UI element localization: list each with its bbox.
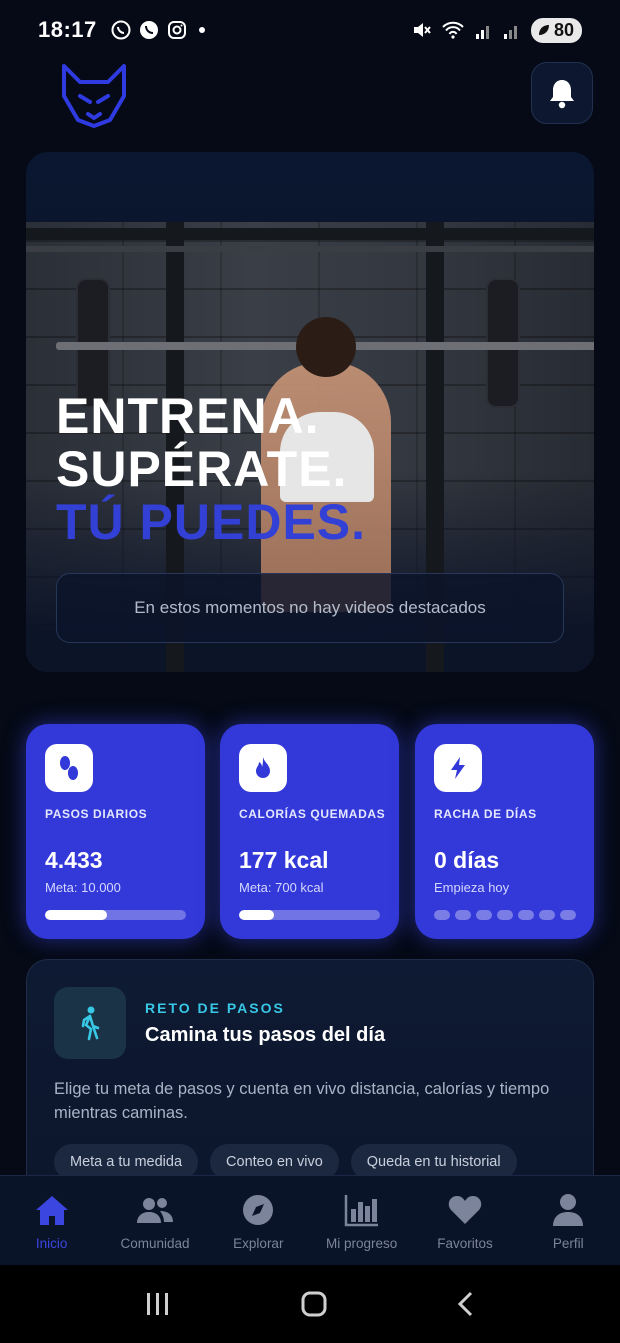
stat-goal: Meta: 700 kcal xyxy=(239,880,324,895)
stat-hint: Empieza hoy xyxy=(434,880,510,895)
signal-roaming-icon xyxy=(503,26,517,39)
bell-icon xyxy=(550,80,574,109)
stat-card-steps[interactable]: PASOS DIARIOS 4.433 Meta: 10.000 xyxy=(26,724,205,939)
user-icon xyxy=(549,1192,587,1228)
recent-apps-icon[interactable] xyxy=(144,1291,172,1317)
bottom-navigation: Inicio Comunidad Explorar Mi progreso Fa… xyxy=(0,1175,620,1265)
nav-item-perfil[interactable]: Perfil xyxy=(517,1176,620,1265)
headline-line-2: SUPÉRATE. xyxy=(56,441,348,497)
streak-day-dots xyxy=(434,910,576,920)
wifi-icon xyxy=(442,21,464,39)
stat-value: 4.433 xyxy=(45,847,103,873)
bolt-icon xyxy=(434,744,482,792)
calories-progress-bar xyxy=(239,910,380,920)
featured-videos-empty-state: En estos momentos no hay videos destacad… xyxy=(56,573,564,643)
signal-icon xyxy=(475,26,489,39)
headline-line-1: ENTRENA. xyxy=(56,388,320,444)
home-icon xyxy=(33,1192,71,1228)
nav-item-favoritos[interactable]: Favoritos xyxy=(413,1176,516,1265)
streak-day-dot xyxy=(476,910,492,920)
footprints-icon xyxy=(45,744,93,792)
chart-icon xyxy=(343,1192,381,1228)
compass-icon xyxy=(239,1192,277,1228)
nav-item-explorar[interactable]: Explorar xyxy=(207,1176,310,1265)
system-icons: 80 xyxy=(411,17,582,43)
more-notifications-dot xyxy=(198,27,205,33)
whatsapp-icon xyxy=(111,20,131,40)
hero-banner: ENTRENA. SUPÉRATE. TÚ PUEDES. En estos m… xyxy=(26,152,594,672)
nav-label: Perfil xyxy=(552,1236,584,1251)
mute-icon xyxy=(413,23,431,37)
streak-day-dot xyxy=(560,910,576,920)
streak-day-dot xyxy=(539,910,555,920)
wolf-logo-icon xyxy=(62,64,126,128)
stat-label: PASOS DIARIOS xyxy=(45,807,148,821)
viber-icon xyxy=(139,21,158,39)
battery-level: 80 xyxy=(553,19,574,40)
streak-day-dot xyxy=(497,910,513,920)
nav-item-comunidad[interactable]: Comunidad xyxy=(103,1176,206,1265)
steps-progress-bar xyxy=(45,910,186,920)
walking-icon xyxy=(54,987,126,1059)
instagram-icon xyxy=(167,21,186,39)
stat-value: 0 días xyxy=(434,847,500,873)
streak-day-dot xyxy=(518,910,534,920)
stat-card-calories[interactable]: CALORÍAS QUEMADAS 177 kcal Meta: 700 kca… xyxy=(220,724,399,939)
status-time: 18:17 xyxy=(38,17,97,42)
notifications-button[interactable] xyxy=(531,62,593,124)
notification-icons xyxy=(111,20,187,40)
status-bar: 18:17 80 xyxy=(0,0,620,60)
users-icon xyxy=(136,1192,174,1228)
headline-line-3: TÚ PUEDES. xyxy=(56,494,367,550)
heart-icon xyxy=(446,1192,484,1228)
streak-day-dot xyxy=(434,910,450,920)
battery-leaf-icon xyxy=(538,25,549,35)
stat-label: RACHA DE DÍAS xyxy=(434,807,537,821)
streak-day-dot xyxy=(455,910,471,920)
back-icon[interactable] xyxy=(456,1290,476,1318)
challenge-kicker: RETO DE PASOS xyxy=(145,1000,285,1016)
stat-value: 177 kcal xyxy=(239,847,329,873)
nav-item-mi-progreso[interactable]: Mi progreso xyxy=(310,1176,413,1265)
nav-label: Mi progreso xyxy=(326,1236,398,1251)
calories-progress-fill xyxy=(239,910,275,920)
stat-card-streak[interactable]: RACHA DE DÍAS 0 días Empieza hoy xyxy=(415,724,594,939)
stat-label: CALORÍAS QUEMADAS xyxy=(239,807,386,821)
nav-label: Inicio xyxy=(35,1236,68,1251)
stat-goal: Meta: 10.000 xyxy=(45,880,121,895)
nav-label: Favoritos xyxy=(437,1236,493,1251)
flame-icon xyxy=(239,744,287,792)
hero-headline: ENTRENA. SUPÉRATE. TÚ PUEDES. xyxy=(56,390,366,549)
nav-label: Comunidad xyxy=(120,1236,190,1251)
battery-indicator: 80 xyxy=(530,17,582,43)
steps-progress-fill xyxy=(45,910,108,920)
home-button-icon[interactable] xyxy=(300,1290,328,1318)
challenge-description: Elige tu meta de pasos y cuenta en vivo … xyxy=(54,1080,550,1122)
nav-item-inicio[interactable]: Inicio xyxy=(0,1176,103,1265)
system-navigation-bar xyxy=(0,1265,620,1343)
challenge-title: Camina tus pasos del día xyxy=(145,1024,386,1046)
nav-label: Explorar xyxy=(233,1236,284,1251)
